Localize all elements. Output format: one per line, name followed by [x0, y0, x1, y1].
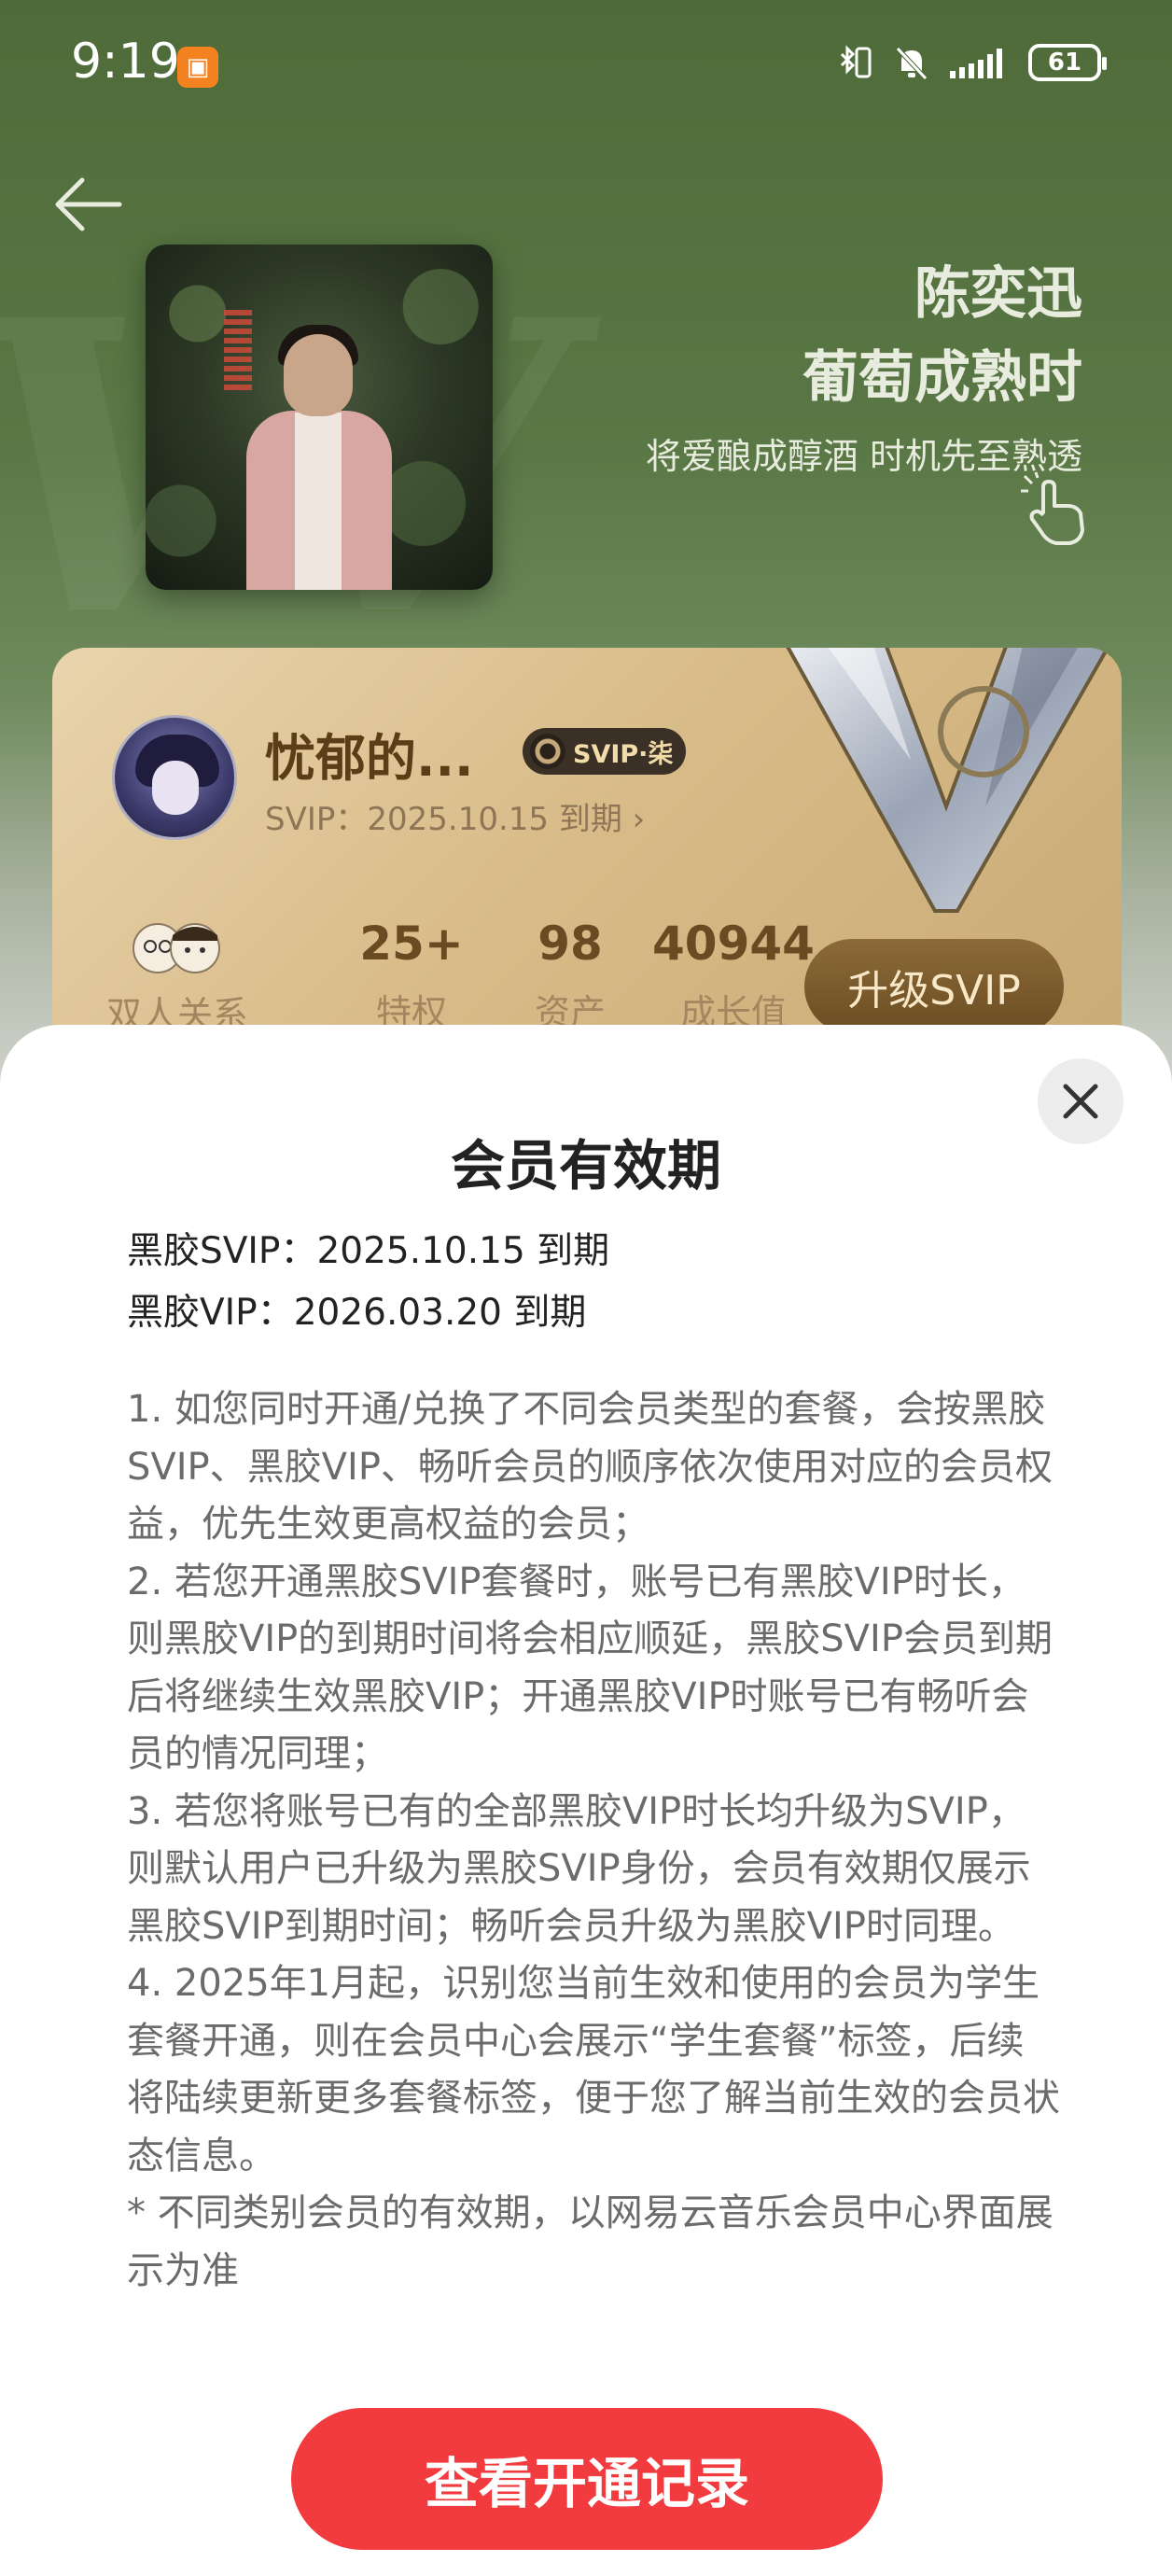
svip-expire-link[interactable]: SVIP：2025.10.15 到期 ›: [265, 793, 645, 839]
validity-vip: 黑胶VIP：2026.03.20 到期: [127, 1292, 587, 1334]
mute-bell-icon: [890, 41, 933, 84]
duo-avatars-icon: [133, 923, 220, 973]
view-records-button[interactable]: 查看开通记录: [291, 2408, 883, 2550]
stat-privileges[interactable]: 25+ 特权: [323, 917, 500, 1035]
svip-level-badge[interactable]: SVIP·柒: [523, 728, 687, 775]
status-bar: 9:19 ▣ 61: [0, 0, 1172, 131]
svip-level-label: SVIP·柒: [573, 739, 674, 769]
avatar-face: [152, 761, 199, 815]
status-time: 9:19: [71, 34, 180, 90]
album-figure-head: [284, 334, 353, 416]
hero-subtitle: 将爱酿成醇酒 时机先至熟透: [645, 436, 1082, 477]
username[interactable]: 忧郁的...: [265, 717, 474, 791]
note-item: 1. 如您同时开通/兑换了不同会员类型的套餐，会按黑胶SVIP、黑胶VIP、畅听…: [127, 1388, 1053, 1546]
stat-value: 25+: [359, 917, 464, 971]
album-figure-shirt: [295, 413, 342, 590]
arrow-left-icon: [55, 177, 122, 231]
signal-icon: [946, 41, 1015, 84]
hero-title: 陈奕迅 葡萄成熟时: [802, 252, 1082, 420]
close-icon: [1063, 1084, 1098, 1119]
vinyl-coin-icon: [530, 734, 565, 769]
album-cover[interactable]: [146, 245, 493, 590]
avatar[interactable]: [112, 715, 237, 840]
validity-notes: 1. 如您同时开通/兑换了不同会员类型的套餐，会按黑胶SVIP、黑胶VIP、畅听…: [127, 1381, 1060, 2300]
sheet-title: 会员有效期: [450, 1134, 721, 1197]
stat-duo-relation[interactable]: 双人关系: [84, 917, 271, 1037]
validity-bottom-sheet: 会员有效期 黑胶SVIP：2025.10.15 到期 黑胶VIP：2026.03…: [0, 1025, 1172, 2576]
note-item: 4. 2025年1月起，识别您当前生效和使用的会员为学生套餐开通，则在会员中心会…: [127, 1962, 1060, 2177]
tap-hand-icon[interactable]: [1019, 470, 1095, 547]
vip-diamond-logo: [786, 648, 1110, 913]
album-level-bars: [224, 310, 252, 394]
notification-app-icon: ▣: [177, 47, 218, 88]
note-item: 3. 若您将账号已有的全部黑胶VIP时长均升级为SVIP，则默认用户已升级为黑胶…: [127, 1789, 1031, 1948]
hero-title-artist: 陈奕迅: [914, 261, 1082, 327]
note-item: 2. 若您开通黑胶SVIP套餐时，账号已有黑胶VIP时长，则黑胶VIP的到期时间…: [127, 1560, 1053, 1776]
status-icons: 61: [834, 41, 1107, 84]
back-button[interactable]: [52, 174, 127, 235]
validity-list: 黑胶SVIP：2025.10.15 到期 黑胶VIP：2026.03.20 到期: [127, 1221, 609, 1344]
hero-title-song: 葡萄成熟时: [802, 345, 1082, 411]
battery-icon: 61: [1028, 44, 1107, 81]
bluetooth-vibrate-icon: [834, 41, 877, 84]
note-disclaimer: * 不同类别会员的有效期，以网易云音乐会员中心界面展示为准: [127, 2191, 1053, 2292]
upgrade-svip-button[interactable]: 升级SVIP: [804, 939, 1064, 1034]
validity-svip: 黑胶SVIP：2025.10.15 到期: [127, 1230, 610, 1272]
